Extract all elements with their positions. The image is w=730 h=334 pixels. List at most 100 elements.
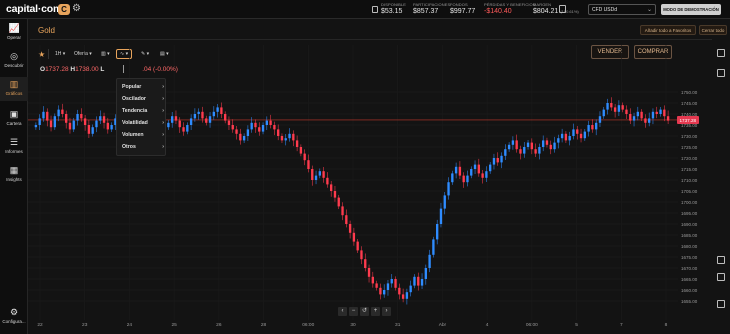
candle-body [277, 129, 280, 136]
candle-body [602, 109, 605, 117]
menu-item-oscilador[interactable]: Oscilador › [122, 96, 164, 102]
y-tick-label: 1670.00 [681, 266, 698, 271]
candle-body [530, 142, 533, 150]
candle-body [227, 120, 231, 125]
candle-body [174, 116, 178, 121]
candle-body [583, 131, 586, 139]
chevron-down-icon: ⌄ [646, 7, 652, 13]
add-favorites-button[interactable]: Añadir todo a Favoritos [640, 25, 696, 35]
y-tick-label: 1700.00 [681, 200, 698, 205]
nav-item-descubrir[interactable]: ◎ Descubrir [0, 51, 28, 73]
candle-body [477, 164, 480, 174]
nav-item-operar[interactable]: 📈 Operar [0, 23, 28, 45]
candle-body [254, 122, 257, 128]
candle-body [591, 125, 594, 130]
logo[interactable]: capital·com [6, 3, 62, 15]
candle-body [182, 127, 185, 132]
candle-body [367, 268, 371, 277]
y-tick-label: 1710.00 [681, 178, 698, 183]
nav-item-informes[interactable]: ☰ Informes [0, 137, 28, 159]
candle-body [659, 109, 662, 114]
candle-body [470, 169, 473, 176]
candle-body [557, 138, 560, 143]
scroll-right-icon[interactable]: › [382, 307, 391, 316]
nav-item-cartera[interactable]: ▣ Cartera [0, 109, 28, 131]
y-tick-label: 1725.00 [681, 145, 698, 150]
chevron-right-icon: › [162, 108, 164, 114]
candle-body [511, 140, 515, 145]
candle-body [625, 109, 628, 114]
candle-body [466, 175, 469, 183]
logo-badge[interactable]: C [58, 4, 70, 15]
candle-body [68, 122, 72, 130]
notifications-icon[interactable] [559, 5, 566, 13]
indicators-menu: Popular › Oscilador › Tendencia › Volatilid… [116, 78, 166, 156]
candle-body [246, 129, 250, 136]
candle-body [371, 276, 374, 284]
demo-mode-button[interactable]: MODO DE DEMOSTRACIÓN [661, 4, 721, 15]
candle-body [598, 116, 602, 123]
candle-body [65, 114, 68, 123]
y-tick-label: 1690.00 [681, 222, 698, 227]
stat-funds: FONDOS $997.77 [450, 2, 476, 15]
candle-body [201, 111, 204, 119]
text-cursor [123, 65, 124, 73]
y-tick-label: 1715.00 [681, 167, 698, 172]
candle-body [193, 114, 197, 119]
stat-available: DISPONIBLE $53.15 [381, 2, 407, 15]
candle-body [424, 268, 427, 279]
x-tick-label: 22 [37, 322, 43, 328]
candle-body [250, 122, 253, 130]
candle-body [379, 287, 382, 295]
candle-body [655, 111, 658, 114]
nav-item-configuracion[interactable]: ⚙ Configura... [0, 307, 28, 329]
candle-body [420, 279, 424, 286]
insights-icon: ▦ [9, 165, 19, 175]
candle-body [288, 133, 291, 139]
candle-body [644, 118, 647, 123]
candle-body [496, 158, 499, 163]
account-select[interactable]: CFD USDd ⌄ [588, 4, 656, 15]
candle-body [458, 166, 462, 176]
menu-item-tendencia[interactable]: Tendencia › [122, 108, 164, 114]
menu-item-volatilidad[interactable]: Volatilidad › [122, 120, 164, 126]
candle-body [436, 224, 439, 240]
candle-body [284, 138, 287, 141]
reset-icon[interactable]: ↺ [360, 307, 369, 316]
candle-body [538, 147, 541, 154]
candle-body [235, 129, 238, 134]
candle-body [273, 125, 276, 130]
candle-body [53, 116, 56, 128]
nav-item-graficos[interactable]: ▥ Gráficos [0, 77, 28, 101]
candle-body [579, 133, 583, 139]
gear-icon[interactable]: ⚙ [72, 3, 81, 14]
candle-body [492, 158, 496, 165]
y-tick-label: 1750.00 [681, 90, 698, 95]
top-bar: capital·com C ⚙ DISPONIBLE $53.15 PARTIC… [0, 0, 730, 19]
candle-body [186, 125, 189, 132]
y-tick-label: 1655.00 [681, 299, 698, 304]
scroll-left-icon[interactable]: ‹ [338, 307, 347, 316]
candle-body [258, 127, 261, 132]
y-tick-label: 1665.00 [681, 277, 698, 282]
wallet-icon[interactable] [372, 6, 378, 13]
close-all-button[interactable]: Cerrar todo [699, 25, 727, 35]
candle-body [38, 118, 41, 125]
candle-body [318, 171, 321, 176]
zoom-out-icon[interactable]: − [349, 307, 358, 316]
candle-body [390, 279, 393, 284]
candle-body [507, 144, 511, 150]
candle-body [46, 111, 49, 121]
x-tick-label: 23 [82, 322, 88, 328]
menu-item-otros[interactable]: Otros › [122, 144, 164, 150]
menu-item-popular[interactable]: Popular › [122, 84, 164, 90]
instrument-title[interactable]: Gold [38, 26, 55, 35]
chevron-right-icon: › [162, 132, 164, 138]
menu-item-volumen[interactable]: Volumen › [122, 132, 164, 138]
zoom-in-icon[interactable]: + [371, 307, 380, 316]
candle-body [454, 166, 458, 174]
candle-body [360, 250, 363, 260]
candle-body [549, 144, 552, 150]
candle-body [519, 149, 522, 154]
nav-item-insights[interactable]: ▦ Insights [0, 165, 28, 187]
